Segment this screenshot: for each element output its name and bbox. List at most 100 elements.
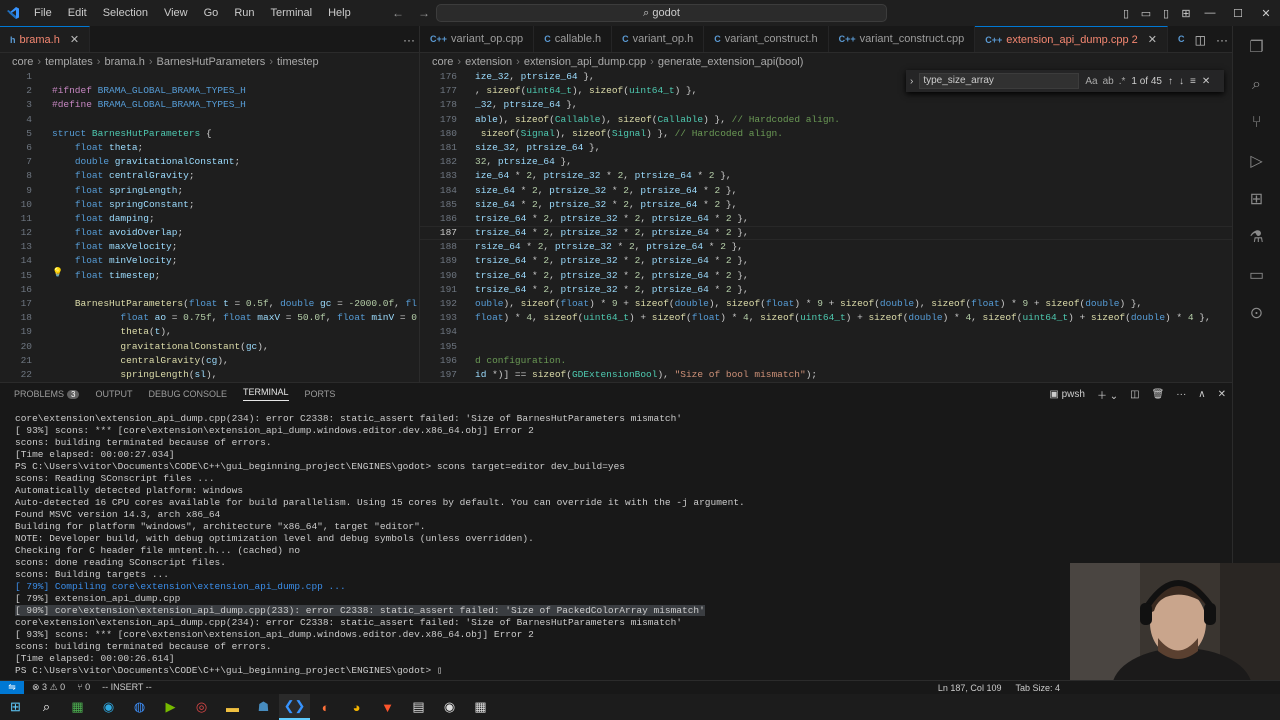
nvidia-icon[interactable]: ▶ xyxy=(155,694,186,720)
menu-item-edit[interactable]: Edit xyxy=(60,0,95,26)
close-tab-icon[interactable]: ✕ xyxy=(1148,33,1157,46)
menu-item-selection[interactable]: Selection xyxy=(95,0,156,26)
run-debug-icon[interactable]: ▷ xyxy=(1244,148,1270,174)
code-text: struct BarnesHutParameters { xyxy=(52,127,212,139)
find-input[interactable]: type_size_array xyxy=(919,73,1080,89)
tab-variant-construct-h[interactable]: Cvariant_construct.h xyxy=(704,26,829,52)
tab-size[interactable]: Tab Size: 4 xyxy=(1015,683,1060,693)
search-icon[interactable]: ⌕ xyxy=(31,694,62,720)
match-case-icon[interactable]: Aa xyxy=(1085,76,1097,87)
tab-extension-api-dump-cpp-2[interactable]: C++ extension_api_dump.cpp 2 ✕ xyxy=(975,26,1168,52)
new-terminal-icon[interactable]: ＋ ⌄ xyxy=(1097,387,1118,402)
tab-terminal[interactable]: TERMINAL xyxy=(243,387,289,401)
split-terminal-icon[interactable]: ◫ xyxy=(1130,389,1139,400)
find-in-selection-icon[interactable]: ≡ xyxy=(1190,76,1196,87)
more-actions-icon[interactable]: ··· xyxy=(1176,389,1186,400)
tab-brama-h[interactable]: h brama.h ✕ xyxy=(0,26,91,52)
forward-arrow-icon[interactable]: → xyxy=(418,6,430,20)
code-text: trsize_64 * 2, ptrsize_32 * 2, ptrsize_6… xyxy=(475,283,749,295)
breadcrumb-item[interactable]: BarnesHutParameters xyxy=(156,56,265,68)
edge-icon[interactable]: ◉ xyxy=(93,694,124,720)
tab-variant-op-h[interactable]: Cvariant_op.h xyxy=(612,26,705,52)
command-center-search[interactable]: ⌕ godot xyxy=(436,4,887,22)
app-icon-green[interactable]: ▦ xyxy=(62,694,93,720)
source-control-icon[interactable]: ⑂ xyxy=(1244,110,1270,136)
remote-indicator-icon[interactable]: ⇋ xyxy=(0,680,24,695)
webcam-overlay xyxy=(1070,563,1280,680)
whole-word-icon[interactable]: ab xyxy=(1103,76,1114,87)
brave-icon[interactable]: ▼ xyxy=(372,694,403,720)
problems-status[interactable]: ⊗ 3 ⚠ 0 xyxy=(32,682,65,693)
breadcrumb-item[interactable]: brama.h xyxy=(104,56,144,68)
split-editor-icon[interactable]: ◫ xyxy=(1195,33,1206,47)
code-editor-left[interactable]: 💡 1 2 #ifndef BRAMA_GLOBAL_BRAMA_TYPES_H 3 #… xyxy=(0,70,419,382)
breadcrumb-item[interactable]: core xyxy=(12,56,33,68)
code-text: float minVelocity; xyxy=(74,255,178,267)
breadcrumb-item[interactable]: timestep xyxy=(277,56,319,68)
cursor-position[interactable]: Ln 187, Col 109 xyxy=(938,683,1002,693)
explorer-icon[interactable]: ❐ xyxy=(1244,34,1270,60)
tab-problems[interactable]: PROBLEMS 3 xyxy=(14,389,80,399)
timeline-icon[interactable]: ⊙ xyxy=(1244,300,1270,326)
line-number: 189 xyxy=(439,255,457,267)
vscode-taskbar-icon[interactable]: ❮❯ xyxy=(279,694,310,720)
more-actions-icon[interactable]: ··· xyxy=(1216,33,1228,47)
minimize-button[interactable]: — xyxy=(1196,7,1224,19)
close-window-button[interactable]: ✕ xyxy=(1252,7,1280,20)
obs-icon[interactable]: ◉ xyxy=(434,694,465,720)
menu-item-help[interactable]: Help xyxy=(320,0,359,26)
code-editor-right[interactable]: 176 ize_32, ptrsize_64 }, 177 , sizeof(uint… xyxy=(420,70,1232,382)
breadcrumb-item[interactable]: extension xyxy=(465,56,512,68)
firefox-icon[interactable]: ◐ xyxy=(310,694,341,720)
close-find-icon[interactable]: ✕ xyxy=(1202,76,1210,87)
search-icon[interactable]: ⌕ xyxy=(1244,72,1270,98)
menu-item-terminal[interactable]: Terminal xyxy=(263,0,321,26)
terminal-output[interactable]: core\extension\extension_api_dump.cpp(23… xyxy=(0,405,1232,677)
notes-icon[interactable]: ▤ xyxy=(403,694,434,720)
toggle-sidebar-icon[interactable]: ▯ xyxy=(1116,7,1136,20)
code-line: 18 float ao = 0.75f, float maxV = 50.0f,… xyxy=(0,311,419,325)
terminal-text: [ 90%] core\extension\extension_api_dump… xyxy=(15,605,705,616)
file-explorer-icon[interactable]: ▬ xyxy=(217,694,248,720)
menu-item-go[interactable]: Go xyxy=(196,0,227,26)
kill-terminal-icon[interactable]: 🗑 xyxy=(1152,389,1165,400)
menu-item-run[interactable]: Run xyxy=(226,0,262,26)
breadcrumb-item[interactable]: extension_api_dump.cpp xyxy=(524,56,646,68)
chrome-icon[interactable]: ◕ xyxy=(341,694,372,720)
testing-icon[interactable]: ⚗ xyxy=(1244,224,1270,250)
ports-status[interactable]: ⑂ 0 xyxy=(77,682,90,693)
close-panel-icon[interactable]: ✕ xyxy=(1218,389,1226,400)
app-icon-red[interactable]: ◎ xyxy=(186,694,217,720)
remote-explorer-icon[interactable]: ▭ xyxy=(1244,262,1270,288)
breadcrumb-item[interactable]: generate_extension_api(bool) xyxy=(658,56,804,68)
regex-icon[interactable]: .* xyxy=(1119,76,1126,87)
godot-icon[interactable]: ☗ xyxy=(248,694,279,720)
expand-replace-icon[interactable]: › xyxy=(910,76,913,87)
calculator-icon[interactable]: ▦ xyxy=(465,694,496,720)
tab-debug-console[interactable]: DEBUG CONSOLE xyxy=(148,389,227,399)
more-actions-icon[interactable]: ··· xyxy=(403,33,415,47)
line-number: 181 xyxy=(439,141,457,153)
menu-item-view[interactable]: View xyxy=(156,0,196,26)
previous-match-icon[interactable]: ↑ xyxy=(1168,76,1173,87)
terminal-shell-selector[interactable]: ▣ pwsh xyxy=(1049,389,1085,400)
breadcrumb-item[interactable]: templates xyxy=(45,56,93,68)
tab-variant-op-cpp[interactable]: C++ variant_op.cpp xyxy=(420,26,535,52)
tab-ports[interactable]: PORTS xyxy=(305,389,336,399)
toggle-secondary-sidebar-icon[interactable]: ▯ xyxy=(1156,7,1176,20)
extensions-icon[interactable]: ⊞ xyxy=(1244,186,1270,212)
close-tab-icon[interactable]: ✕ xyxy=(70,33,79,46)
breadcrumb-item[interactable]: core xyxy=(432,56,453,68)
next-match-icon[interactable]: ↓ xyxy=(1179,76,1184,87)
toggle-panel-icon[interactable]: ▭ xyxy=(1136,7,1156,20)
browser-icon[interactable]: ◍ xyxy=(124,694,155,720)
tab-variant-construct-cpp[interactable]: C++ variant_construct.cpp xyxy=(829,26,976,52)
customize-layout-icon[interactable]: ⊞ xyxy=(1176,7,1196,20)
menu-item-file[interactable]: File xyxy=(26,0,60,26)
maximize-panel-icon[interactable]: ∧ xyxy=(1198,389,1205,400)
back-arrow-icon[interactable]: ← xyxy=(392,6,404,20)
maximize-button[interactable]: ☐ xyxy=(1224,7,1252,20)
tab-output[interactable]: OUTPUT xyxy=(95,389,132,399)
tab-callable-h[interactable]: Ccallable.h xyxy=(534,26,613,52)
start-icon[interactable]: ⊞ xyxy=(0,694,31,720)
